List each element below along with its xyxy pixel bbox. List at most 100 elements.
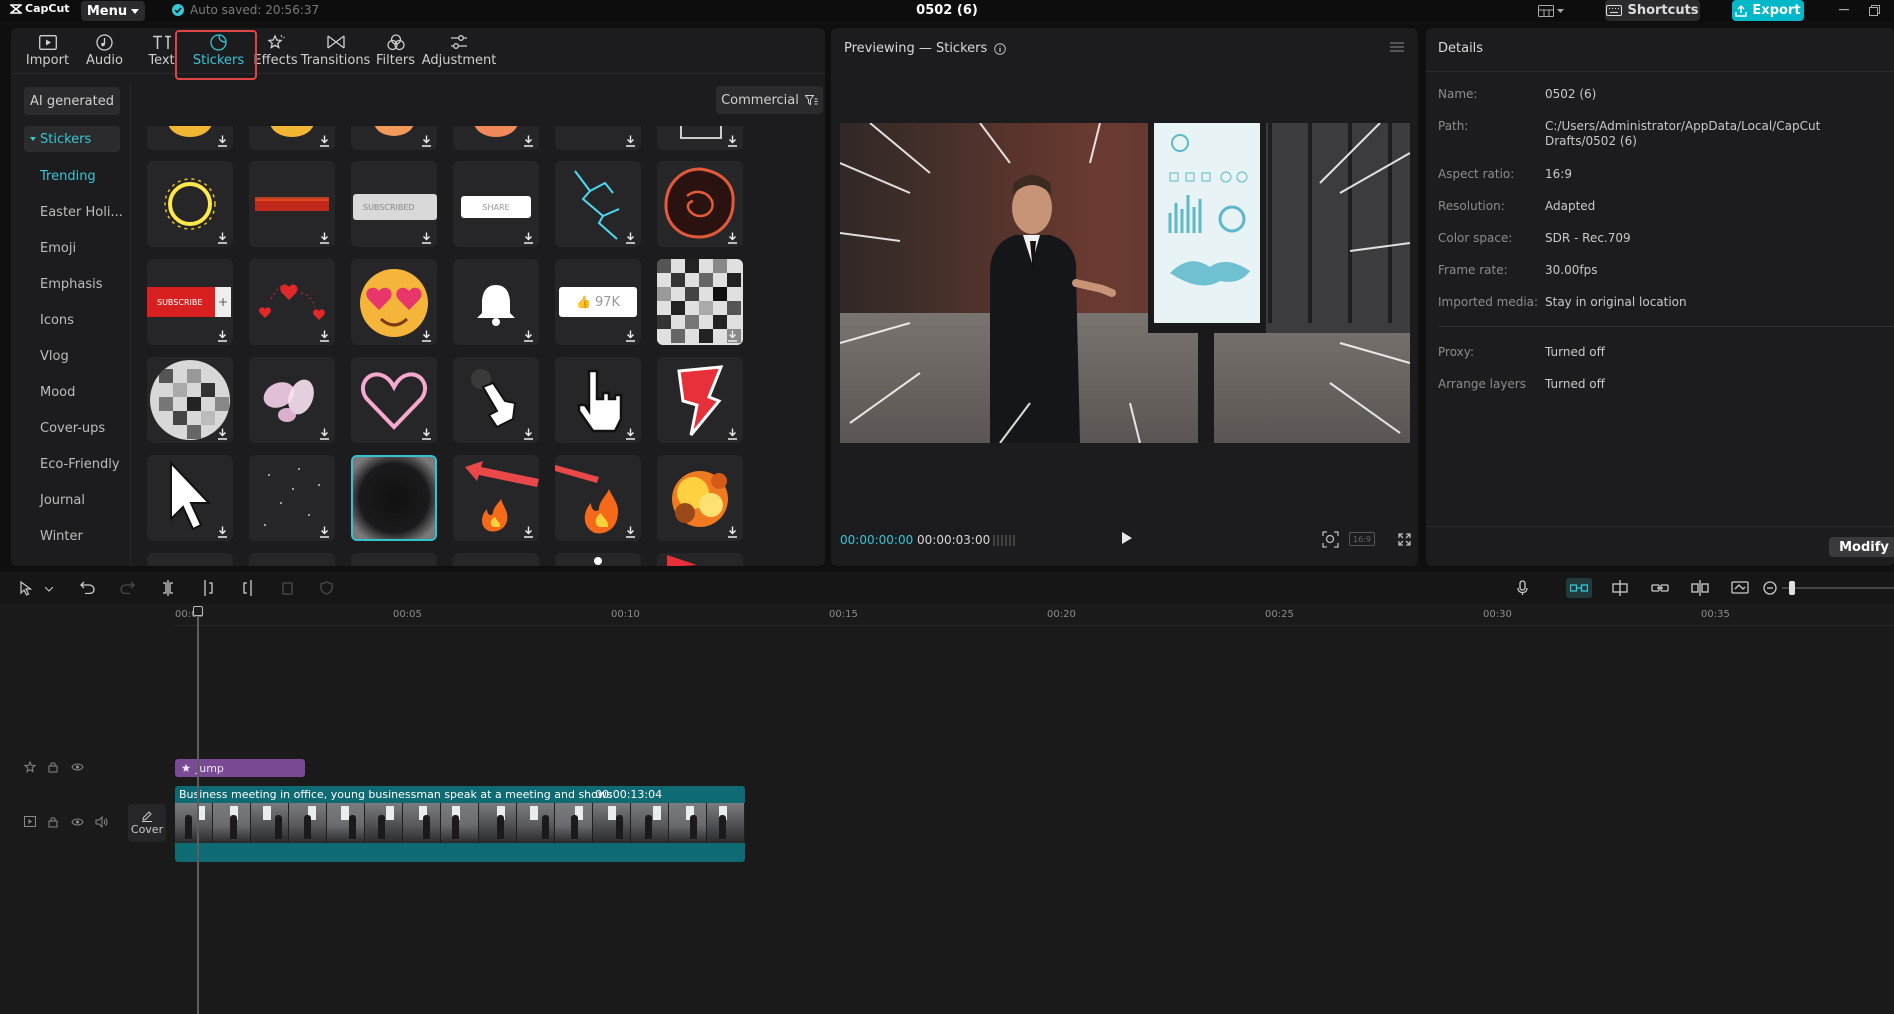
sticker-hearts[interactable] xyxy=(249,259,335,345)
ai-generated-button[interactable]: AI generated xyxy=(24,87,120,115)
zoom-out-icon[interactable] xyxy=(1763,581,1777,595)
sidebar-item-winter[interactable]: Winter xyxy=(40,529,83,544)
main-track-magnet-button[interactable] xyxy=(1566,578,1592,598)
sticker-tile[interactable] xyxy=(555,126,641,150)
shield-icon[interactable] xyxy=(320,581,333,595)
eye-icon[interactable] xyxy=(71,817,84,827)
download-icon[interactable] xyxy=(217,135,228,147)
download-icon[interactable] xyxy=(625,526,636,538)
sidebar-item-vlog[interactable]: Vlog xyxy=(40,349,69,364)
snap-icon[interactable] xyxy=(1611,580,1629,596)
sticker-tile[interactable] xyxy=(147,553,233,566)
download-icon[interactable] xyxy=(319,232,330,244)
sticker-pixel-mosaic[interactable] xyxy=(657,259,743,345)
split-right-icon[interactable] xyxy=(241,580,255,596)
sticker-subscribe[interactable]: SUBSCRIBE + xyxy=(147,259,233,345)
download-icon[interactable] xyxy=(319,428,330,440)
download-icon[interactable] xyxy=(625,232,636,244)
download-icon[interactable] xyxy=(319,135,330,147)
minimize-button[interactable] xyxy=(1834,1,1854,19)
sidebar-item-eco-friendly[interactable]: Eco-Friendly xyxy=(40,457,120,472)
shortcuts-button[interactable]: Shortcuts xyxy=(1605,0,1700,21)
thumbnail-mode-icon[interactable] xyxy=(1731,580,1749,596)
sticker-bell[interactable] xyxy=(453,259,539,345)
download-icon[interactable] xyxy=(625,135,636,147)
download-icon[interactable] xyxy=(727,232,738,244)
download-icon[interactable] xyxy=(319,330,330,342)
zoom-slider-track[interactable] xyxy=(1782,587,1894,589)
sidebar-item-trending[interactable]: Trending xyxy=(40,169,96,184)
playhead[interactable] xyxy=(193,606,203,1014)
sticker-heart-eyes-emoji[interactable] xyxy=(351,259,437,345)
sticker-pointer-hand[interactable] xyxy=(453,357,539,443)
redo-icon[interactable] xyxy=(120,581,135,594)
sticker-like-count[interactable]: 👍 97K xyxy=(555,259,641,345)
sticker-fire-explosion[interactable] xyxy=(657,455,743,541)
sidebar-item-emphasis[interactable]: Emphasis xyxy=(40,277,103,292)
sticker-tile[interactable] xyxy=(453,126,539,150)
sticker-glowing-ring[interactable] xyxy=(147,161,233,247)
select-cursor-icon[interactable] xyxy=(20,581,33,596)
download-icon[interactable] xyxy=(727,428,738,440)
speaker-icon[interactable] xyxy=(95,816,108,828)
chevron-down-icon[interactable] xyxy=(45,587,53,592)
fullscreen-icon[interactable] xyxy=(1398,533,1411,546)
download-icon[interactable] xyxy=(727,526,738,538)
timeline-ruler[interactable]: 00:00 00:05 00:10 00:15 00:20 00:25 00:3… xyxy=(175,604,1894,626)
sticker-tile[interactable] xyxy=(453,553,539,566)
download-icon[interactable] xyxy=(217,526,228,538)
download-icon[interactable] xyxy=(625,330,636,342)
download-icon[interactable] xyxy=(217,330,228,342)
stickers-category-header[interactable]: Stickers xyxy=(24,126,120,152)
download-icon[interactable] xyxy=(421,232,432,244)
playhead-handle[interactable] xyxy=(193,606,203,616)
video-clip[interactable]: Business meeting in office, young busine… xyxy=(175,786,745,862)
cover-button[interactable]: Cover xyxy=(128,804,166,842)
download-icon[interactable] xyxy=(727,330,738,342)
tab-effects[interactable]: Effects xyxy=(247,28,304,73)
download-icon[interactable] xyxy=(217,428,228,440)
microphone-icon[interactable] xyxy=(1517,580,1528,596)
sidebar-item-journal[interactable]: Journal xyxy=(40,493,85,508)
tab-stickers[interactable]: Stickers xyxy=(190,28,247,73)
download-icon[interactable] xyxy=(421,330,432,342)
sticker-tile[interactable] xyxy=(351,553,437,566)
sticker-fire[interactable] xyxy=(555,455,641,541)
sticker-explosion-outline[interactable] xyxy=(657,161,743,247)
info-icon[interactable] xyxy=(994,42,1007,55)
tab-import[interactable]: Import xyxy=(19,28,76,73)
split-left-icon[interactable] xyxy=(201,580,215,596)
tab-audio[interactable]: Audio xyxy=(76,28,133,73)
delete-icon[interactable] xyxy=(281,581,294,595)
sticker-share[interactable]: SHARE xyxy=(453,161,539,247)
eye-icon[interactable] xyxy=(71,762,84,772)
download-icon[interactable] xyxy=(421,135,432,147)
download-icon[interactable] xyxy=(523,135,534,147)
sticker-tile[interactable] xyxy=(147,126,233,150)
sticker-red-arrow-fire[interactable] xyxy=(453,455,539,541)
download-icon[interactable] xyxy=(421,428,432,440)
sticker-clip-jump[interactable]: Jump xyxy=(175,759,305,777)
link-icon[interactable] xyxy=(1651,581,1669,595)
sidebar-item-emoji[interactable]: Emoji xyxy=(40,241,76,256)
zoom-slider-handle[interactable] xyxy=(1789,581,1795,595)
sticker-butterfly[interactable] xyxy=(249,357,335,443)
sticker-sparkle-dust[interactable] xyxy=(249,455,335,541)
maximize-button[interactable] xyxy=(1864,1,1884,19)
sidebar-item-easter[interactable]: Easter Holi... xyxy=(40,205,123,220)
sticker-tile[interactable] xyxy=(249,553,335,566)
split-icon[interactable] xyxy=(161,580,175,596)
commercial-filter-button[interactable]: Commercial xyxy=(716,86,823,114)
tab-transitions[interactable]: Transitions xyxy=(301,28,370,73)
menu-button[interactable]: Menu xyxy=(81,1,145,21)
sticker-tile[interactable] xyxy=(249,126,335,150)
sidebar-item-cover-ups[interactable]: Cover-ups xyxy=(40,421,105,436)
zoom-fit-icon[interactable] xyxy=(1322,531,1339,548)
sticker-subscribed[interactable]: SUBSCRIBED xyxy=(351,161,437,247)
sidebar-item-icons[interactable]: Icons xyxy=(40,313,74,328)
tab-text[interactable]: Text xyxy=(133,28,190,73)
sticker-lightning[interactable] xyxy=(555,161,641,247)
sticker-speed-lines[interactable] xyxy=(351,455,437,541)
download-icon[interactable] xyxy=(523,526,534,538)
download-icon[interactable] xyxy=(523,232,534,244)
